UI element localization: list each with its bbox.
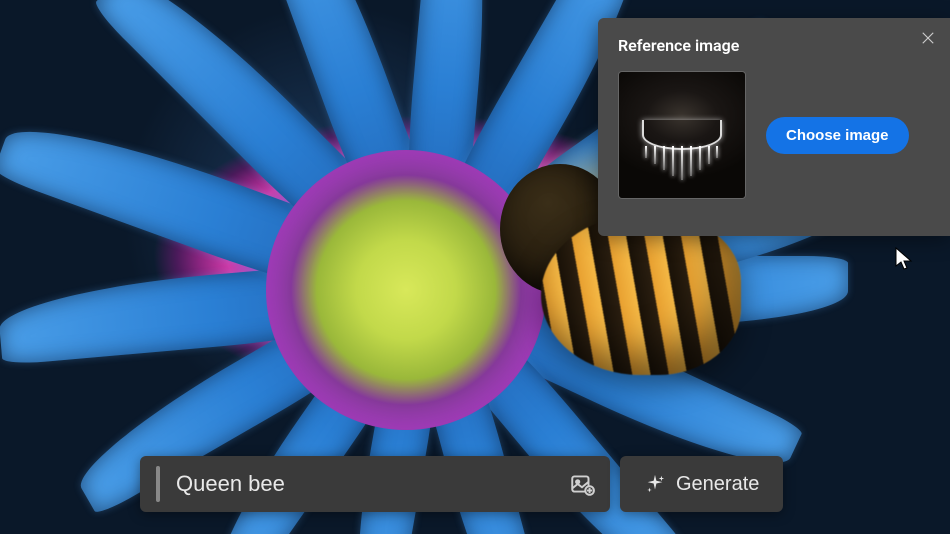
drag-handle-icon[interactable] [156, 466, 160, 502]
necklace-thumbnail-image [619, 72, 745, 198]
generate-label: Generate [676, 473, 759, 496]
panel-title: Reference image [618, 36, 930, 55]
image-add-icon[interactable] [568, 470, 596, 498]
prompt-input[interactable] [176, 471, 568, 497]
reference-image-panel: Reference image [598, 18, 950, 236]
close-icon[interactable] [916, 26, 940, 50]
choose-image-button[interactable]: Choose image [766, 117, 909, 154]
generate-button[interactable]: Generate [620, 456, 783, 512]
prompt-input-container[interactable] [140, 456, 610, 512]
generative-fill-bar: Generate [140, 456, 783, 512]
sparkle-icon [644, 473, 666, 495]
reference-thumbnail[interactable] [618, 71, 746, 199]
